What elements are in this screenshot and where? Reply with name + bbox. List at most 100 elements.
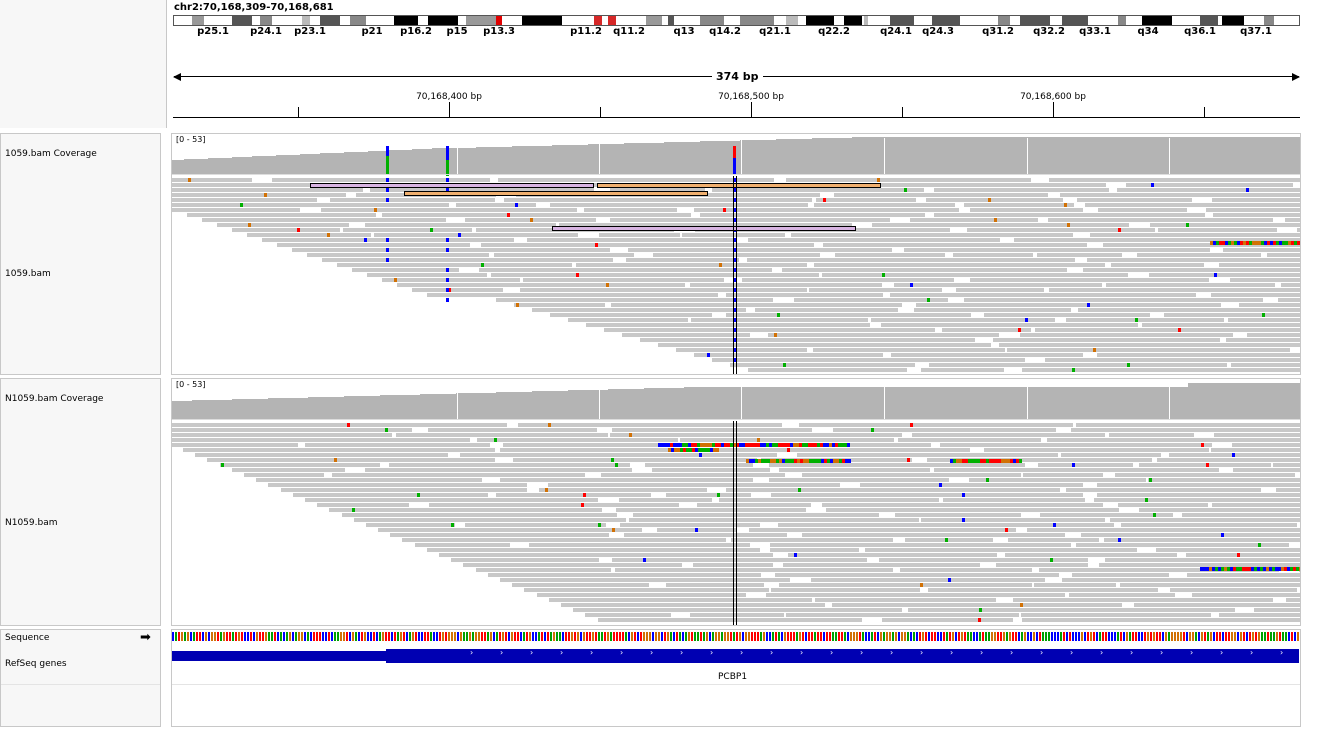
aligned-read[interactable] bbox=[612, 558, 868, 562]
aligned-read[interactable] bbox=[797, 453, 1059, 457]
aligned-read[interactable] bbox=[879, 558, 1089, 562]
aligned-read[interactable] bbox=[969, 478, 1147, 482]
aligned-read[interactable] bbox=[1157, 458, 1300, 462]
aligned-read[interactable] bbox=[1278, 298, 1300, 302]
aligned-read[interactable] bbox=[632, 513, 879, 517]
aligned-read[interactable] bbox=[172, 423, 507, 427]
aligned-read[interactable] bbox=[1109, 433, 1194, 437]
aligned-read[interactable] bbox=[834, 193, 1048, 197]
aligned-read[interactable] bbox=[726, 293, 883, 297]
aligned-read[interactable] bbox=[626, 258, 739, 262]
aligned-read[interactable] bbox=[872, 223, 1129, 227]
aligned-read[interactable] bbox=[1109, 518, 1300, 522]
aligned-read[interactable] bbox=[769, 548, 859, 552]
aligned-read[interactable] bbox=[456, 203, 536, 207]
aligned-read[interactable] bbox=[1228, 318, 1300, 322]
aligned-read[interactable] bbox=[964, 203, 1074, 207]
aligned-read[interactable] bbox=[1012, 598, 1273, 602]
aligned-read[interactable] bbox=[628, 248, 892, 252]
aligned-read[interactable] bbox=[1232, 468, 1300, 472]
aligned-read[interactable] bbox=[1106, 283, 1275, 287]
aligned-read[interactable] bbox=[1005, 553, 1178, 557]
aligned-read[interactable] bbox=[353, 518, 626, 522]
data-panel-1[interactable]: [0 - 53] bbox=[171, 133, 1301, 375]
aligned-read[interactable] bbox=[1297, 228, 1300, 232]
aligned-read[interactable] bbox=[429, 503, 680, 507]
aligned-read[interactable] bbox=[769, 543, 1071, 547]
aligned-read[interactable] bbox=[1049, 288, 1300, 292]
aligned-read[interactable] bbox=[890, 293, 1196, 297]
aligned-read[interactable] bbox=[207, 458, 496, 462]
aligned-read[interactable] bbox=[782, 268, 1067, 272]
aligned-read[interactable] bbox=[894, 283, 1102, 287]
supplementary-read[interactable] bbox=[552, 226, 856, 231]
aligned-read[interactable] bbox=[172, 208, 300, 212]
coverage-track-N1059[interactable] bbox=[172, 379, 1300, 419]
aligned-read[interactable] bbox=[970, 208, 1083, 212]
aligned-read[interactable] bbox=[1022, 473, 1103, 477]
track-name-bam2[interactable]: N1059.bam bbox=[5, 518, 58, 528]
aligned-read[interactable] bbox=[768, 333, 999, 337]
aligned-read[interactable] bbox=[491, 273, 819, 277]
aligned-read[interactable] bbox=[778, 468, 930, 472]
aligned-read[interactable] bbox=[477, 438, 678, 442]
aligned-read[interactable] bbox=[929, 363, 1227, 367]
aligned-read[interactable] bbox=[1117, 188, 1300, 192]
aligned-read[interactable] bbox=[573, 608, 903, 612]
aligned-read[interactable] bbox=[1096, 493, 1300, 497]
aligned-read[interactable] bbox=[514, 303, 605, 307]
aligned-read[interactable] bbox=[802, 533, 1066, 537]
aligned-read[interactable] bbox=[769, 478, 950, 482]
aligned-read[interactable] bbox=[337, 263, 572, 267]
aligned-read[interactable] bbox=[1087, 258, 1300, 262]
aligned-read[interactable] bbox=[388, 463, 630, 467]
aligned-read[interactable] bbox=[690, 283, 882, 287]
aligned-read[interactable] bbox=[1111, 263, 1204, 267]
aligned-read[interactable] bbox=[243, 473, 324, 477]
aligned-read[interactable] bbox=[881, 323, 1138, 327]
aligned-read[interactable] bbox=[1186, 553, 1300, 557]
aligned-read[interactable] bbox=[1137, 253, 1261, 257]
aligned-read[interactable] bbox=[1027, 528, 1300, 532]
aligned-read[interactable] bbox=[1186, 573, 1300, 577]
aligned-read[interactable] bbox=[1020, 333, 1233, 337]
aligned-read[interactable] bbox=[343, 228, 472, 232]
aligned-read[interactable] bbox=[1076, 423, 1300, 427]
aligned-read[interactable] bbox=[1206, 208, 1300, 212]
aligned-read[interactable] bbox=[1098, 208, 1187, 212]
aligned-read[interactable] bbox=[826, 508, 1120, 512]
aligned-read[interactable] bbox=[814, 598, 996, 602]
track-name-cov2[interactable]: N1059.bam Coverage bbox=[5, 394, 103, 404]
aligned-read[interactable] bbox=[755, 308, 898, 312]
aligned-read[interactable] bbox=[1231, 363, 1300, 367]
aligned-read[interactable] bbox=[496, 298, 773, 302]
aligned-read[interactable] bbox=[550, 313, 712, 317]
track-name-cov1[interactable]: 1059.bam Coverage bbox=[5, 149, 97, 159]
aligned-read[interactable] bbox=[905, 538, 994, 542]
aligned-read[interactable] bbox=[1021, 618, 1300, 622]
aligned-read[interactable] bbox=[604, 328, 935, 332]
aligned-read[interactable] bbox=[725, 488, 1060, 492]
aligned-read[interactable] bbox=[697, 503, 812, 507]
aligned-read[interactable] bbox=[1097, 353, 1300, 357]
aligned-read[interactable] bbox=[816, 198, 916, 202]
aligned-read[interactable] bbox=[1148, 478, 1300, 482]
aligned-read[interactable] bbox=[494, 253, 634, 257]
aligned-read[interactable] bbox=[614, 568, 893, 572]
aligned-read[interactable] bbox=[538, 488, 707, 492]
aligned-read[interactable] bbox=[518, 423, 782, 427]
aligned-read[interactable] bbox=[268, 483, 528, 487]
aligned-read[interactable] bbox=[1281, 283, 1300, 287]
aligned-read[interactable] bbox=[748, 368, 907, 372]
aligned-read[interactable] bbox=[731, 538, 894, 542]
aligned-read[interactable] bbox=[1071, 573, 1169, 577]
aligned-read[interactable] bbox=[487, 573, 761, 577]
aligned-read[interactable] bbox=[247, 233, 371, 237]
aligned-read[interactable] bbox=[396, 433, 608, 437]
aligned-read[interactable] bbox=[860, 483, 1084, 487]
aligned-read[interactable] bbox=[910, 218, 1038, 222]
aligned-read[interactable] bbox=[172, 203, 449, 207]
aligned-read[interactable] bbox=[1097, 483, 1300, 487]
aligned-read[interactable] bbox=[307, 253, 489, 257]
aligned-read[interactable] bbox=[1211, 293, 1300, 297]
